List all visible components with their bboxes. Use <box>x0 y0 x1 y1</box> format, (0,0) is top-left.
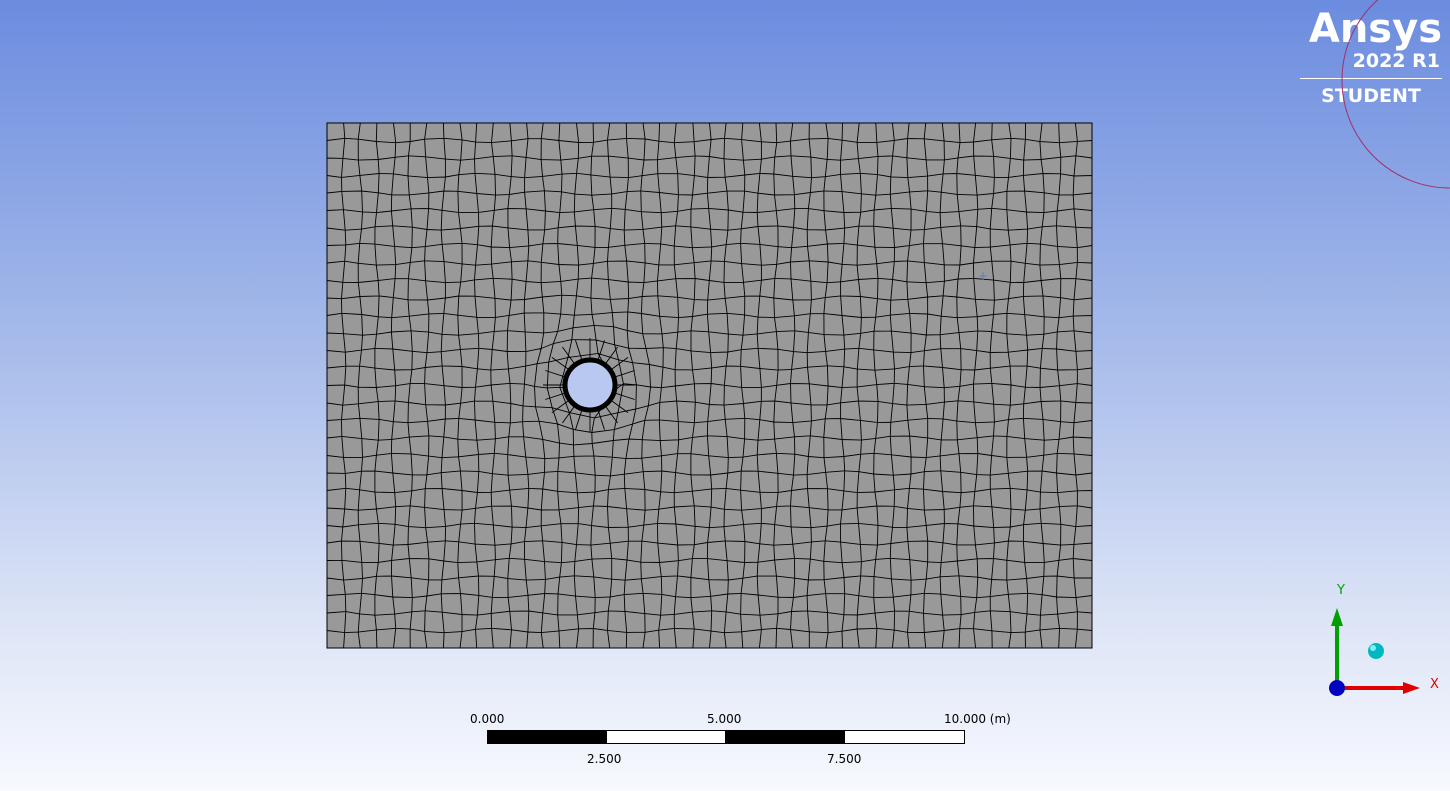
scale-label-7-5: 7.500 <box>827 752 862 766</box>
isometric-view-icon[interactable] <box>1368 643 1384 659</box>
z-axis-origin-icon <box>1329 680 1345 696</box>
circular-hole[interactable] <box>562 357 618 413</box>
scale-label-10: 10.000 (m) <box>944 712 1011 726</box>
scale-segment <box>844 730 965 744</box>
scale-segment <box>606 730 726 744</box>
isometric-highlight <box>1370 645 1376 651</box>
mesh-grid[interactable] <box>326 122 1093 649</box>
scale-bar: 0.000 5.000 10.000 (m) 2.500 7.500 <box>470 712 1030 772</box>
scale-label-5: 5.000 <box>707 712 742 726</box>
y-axis-arrow-icon <box>1331 608 1343 626</box>
x-axis-label: X <box>1430 677 1439 692</box>
y-axis-label: Y <box>1337 583 1345 598</box>
mesh-view[interactable]: + <box>0 0 1450 791</box>
x-axis-arrow-icon <box>1403 682 1420 694</box>
scale-label-2-5: 2.500 <box>587 752 622 766</box>
scale-segment <box>725 730 845 744</box>
rotation-arc <box>1341 0 1450 189</box>
scale-segment <box>487 730 607 744</box>
axis-triad[interactable]: Y X <box>1320 580 1450 710</box>
scale-label-0: 0.000 <box>470 712 505 726</box>
marker-plus-icon: + <box>978 269 988 283</box>
graphics-viewport[interactable]: Ansys 2022 R1 STUDENT + 0.000 5.000 10.0… <box>0 0 1450 791</box>
